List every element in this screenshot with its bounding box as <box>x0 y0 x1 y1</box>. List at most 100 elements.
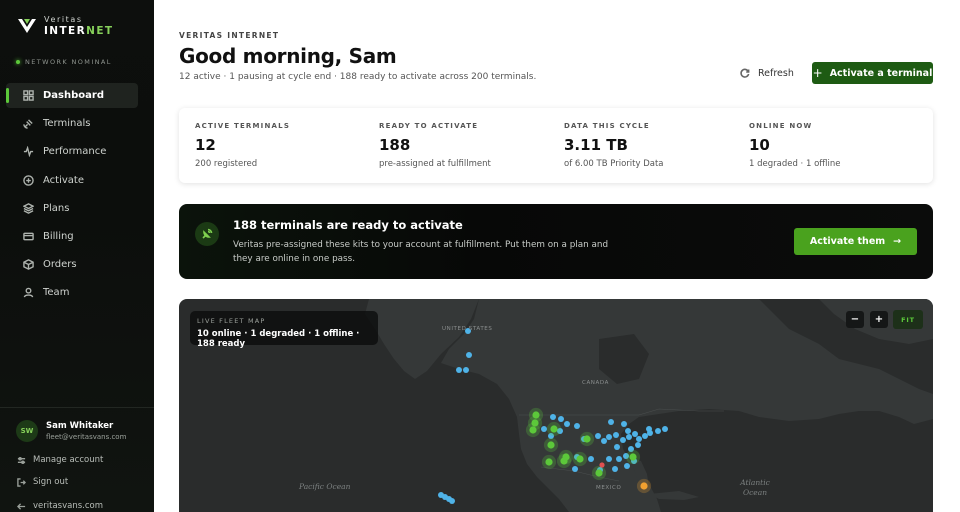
zoom-in-button[interactable]: + <box>870 311 888 328</box>
terminal-marker-online[interactable] <box>547 441 555 449</box>
sidebar-item-team[interactable]: Team <box>6 280 138 305</box>
sidebar-item-orders[interactable]: Orders <box>6 252 138 277</box>
sidebar-item-label: Billing <box>43 230 74 242</box>
terminal-marker-ready[interactable] <box>608 419 614 425</box>
arrow-left-icon <box>17 502 26 510</box>
terminal-marker-offline[interactable] <box>599 462 605 468</box>
terminal-marker-online[interactable] <box>529 426 537 434</box>
user-icon <box>23 288 34 298</box>
map-title: LIVE FLEET MAP <box>197 317 266 325</box>
sidebar-item-label: Orders <box>43 259 77 271</box>
status-dot-icon <box>16 60 20 64</box>
sign-out-link[interactable]: Sign out <box>17 477 68 487</box>
arrow-right-icon: → <box>893 236 902 247</box>
brand-top-text: Veritas <box>44 15 83 24</box>
terminal-marker-ready[interactable] <box>616 456 622 462</box>
fleet-map[interactable]: UNITED STATES CANADA MEXICO Pacific Ocea… <box>179 299 933 512</box>
terminal-marker-ready[interactable] <box>655 428 661 434</box>
terminal-marker-online[interactable] <box>576 455 584 463</box>
place-label-pacific: Pacific Ocean <box>299 482 351 491</box>
activate-terminal-button[interactable]: + Activate a terminal <box>812 62 933 84</box>
map-summary: 10 online · 1 degraded · 1 offline · 188… <box>197 329 360 349</box>
terminal-marker-ready[interactable] <box>625 428 631 434</box>
refresh-button[interactable]: Refresh <box>740 63 794 83</box>
user-profile[interactable]: SW Sam Whitaker fleet@veritasvans.com <box>16 420 126 442</box>
terminal-marker-ready[interactable] <box>601 438 607 444</box>
brand-bottom-text: INTERNET <box>44 25 114 37</box>
sidebar-item-plans[interactable]: Plans <box>6 196 138 221</box>
terminal-marker-ready[interactable] <box>572 466 578 472</box>
terminal-marker-ready[interactable] <box>574 423 580 429</box>
terminal-marker-degraded[interactable] <box>640 482 648 490</box>
stat-ready-to-activate: READY TO ACTIVATE 188 pre-assigned at fu… <box>379 122 491 169</box>
terminal-marker-ready[interactable] <box>564 421 570 427</box>
terminal-marker-ready[interactable] <box>558 416 564 422</box>
box-icon <box>23 259 34 270</box>
sidebar-item-label: Plans <box>43 202 70 214</box>
fit-map-button[interactable]: FIT <box>893 310 923 329</box>
terminal-marker-online[interactable] <box>550 425 558 433</box>
terminal-marker-ready[interactable] <box>636 436 642 442</box>
terminal-marker-ready[interactable] <box>620 437 626 443</box>
sidebar-item-performance[interactable]: Performance <box>6 139 138 164</box>
terminal-marker-ready[interactable] <box>612 466 618 472</box>
terminal-marker-ready[interactable] <box>550 414 556 420</box>
sidebar-item-dashboard[interactable]: Dashboard <box>6 83 138 108</box>
page-title: Good morning, Sam <box>179 44 397 68</box>
terminal-marker-ready[interactable] <box>466 352 472 358</box>
stats-card: ACTIVE TERMINALS 12 200 registered READY… <box>179 108 933 183</box>
terminal-marker-ready[interactable] <box>606 434 612 440</box>
terminal-marker-ready[interactable] <box>632 431 638 437</box>
user-email: fleet@veritasvans.com <box>46 433 127 441</box>
place-label-usa: UNITED STATES <box>442 326 493 332</box>
user-name: Sam Whitaker <box>46 421 114 431</box>
stat-online-now: ONLINE NOW 10 1 degraded · 1 offline <box>749 122 841 169</box>
terminal-marker-ready[interactable] <box>614 444 620 450</box>
terminal-marker-ready[interactable] <box>541 426 547 432</box>
dashboard-icon <box>23 90 34 101</box>
sidebar-item-billing[interactable]: Billing <box>6 224 138 249</box>
sidebar-item-label: Team <box>43 287 70 299</box>
page-eyebrow: VERITAS INTERNET <box>179 31 280 40</box>
card-icon <box>23 232 34 241</box>
terminal-marker-ready[interactable] <box>595 433 601 439</box>
sidebar-nav: Dashboard Terminals Performance Activate… <box>6 83 138 309</box>
manage-account-link[interactable]: Manage account <box>17 455 103 465</box>
sidebar-item-terminals[interactable]: Terminals <box>6 111 138 136</box>
zoom-out-button[interactable]: − <box>846 311 864 328</box>
terminal-marker-ready[interactable] <box>662 426 668 432</box>
layers-icon <box>23 202 34 214</box>
terminal-marker-ready[interactable] <box>646 426 652 432</box>
terminal-marker-online[interactable] <box>595 469 603 477</box>
sidebar: Veritas INTERNET NETWORK NOMINAL Dashboa… <box>0 0 154 512</box>
sidebar-item-label: Terminals <box>43 118 91 130</box>
sidebar-divider <box>0 407 154 408</box>
terminal-marker-online[interactable] <box>583 435 591 443</box>
pulse-icon <box>23 146 34 158</box>
terminal-marker-ready[interactable] <box>613 432 619 438</box>
terminal-marker-ready[interactable] <box>449 498 455 504</box>
activate-them-button[interactable]: Activate them → <box>794 228 917 255</box>
terminal-marker-ready[interactable] <box>626 434 632 440</box>
terminal-marker-ready[interactable] <box>588 456 594 462</box>
terminal-marker-ready[interactable] <box>606 456 612 462</box>
terminal-marker-ready[interactable] <box>456 367 462 373</box>
terminal-marker-ready[interactable] <box>463 367 469 373</box>
terminal-marker-ready[interactable] <box>642 433 648 439</box>
banner-title: 188 terminals are ready to activate <box>233 218 463 232</box>
stat-active-terminals: ACTIVE TERMINALS 12 200 registered <box>195 122 291 169</box>
avatar: SW <box>16 420 38 442</box>
terminal-marker-ready[interactable] <box>624 463 630 469</box>
terminal-marker-online[interactable] <box>560 457 568 465</box>
terminal-marker-online[interactable] <box>629 453 637 461</box>
brand-logo[interactable]: Veritas INTERNET <box>17 16 113 37</box>
terminal-marker-online[interactable] <box>545 458 553 466</box>
sidebar-item-label: Performance <box>43 146 107 158</box>
terminal-marker-ready[interactable] <box>635 442 641 448</box>
sidebar-item-activate[interactable]: Activate <box>6 168 138 193</box>
stat-data-this-cycle: DATA THIS CYCLE 3.11 TB of 6.00 TB Prior… <box>564 122 664 169</box>
place-label-canada: CANADA <box>582 380 609 386</box>
site-link[interactable]: veritasvans.com <box>17 501 103 511</box>
terminal-marker-ready[interactable] <box>621 421 627 427</box>
banner-body: Veritas pre-assigned these kits to your … <box>233 240 609 265</box>
